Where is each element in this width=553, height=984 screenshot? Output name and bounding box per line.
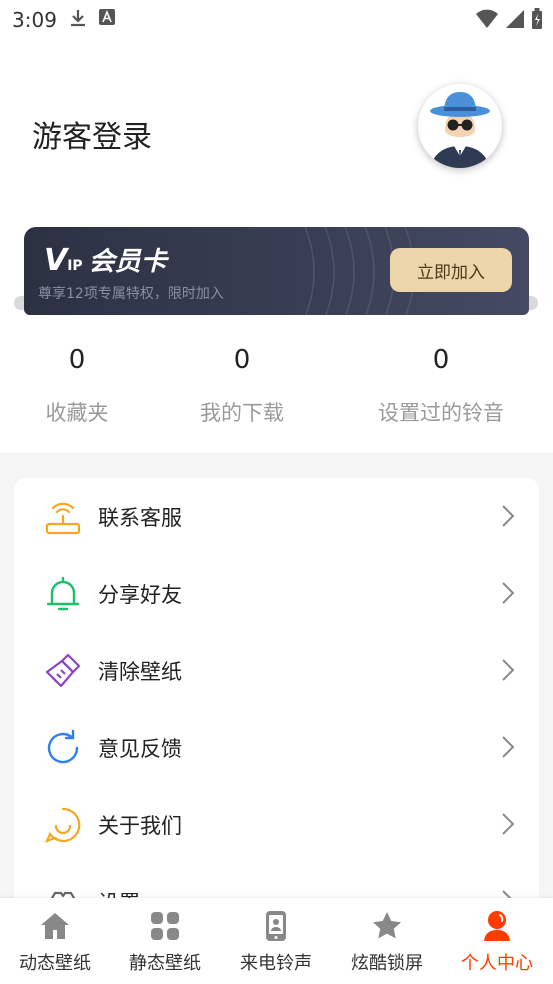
stat-label: 设置过的铃音 — [378, 401, 504, 425]
tab-cool-lockscreen[interactable]: 炫酷锁屏 — [332, 898, 442, 984]
bell-icon — [46, 576, 80, 611]
vip-title: 会员卡 — [88, 247, 167, 277]
tab-ringtones[interactable]: 来电铃声 — [221, 898, 331, 984]
chevron-right-icon — [502, 813, 515, 835]
menu-item-contact-service[interactable]: 联系客服 — [14, 478, 539, 555]
menu-label: 清除壁纸 — [98, 660, 182, 684]
vip-logo-v: V — [44, 243, 68, 278]
app-notification-icon — [99, 9, 115, 25]
tab-dynamic-wallpaper[interactable]: 动态壁纸 — [0, 898, 110, 984]
refresh-icon — [47, 729, 79, 764]
detective-avatar-icon — [430, 92, 490, 168]
tab-static-wallpaper[interactable]: 静态壁纸 — [110, 898, 220, 984]
menu-label: 设置 — [98, 887, 140, 898]
grid-icon — [151, 912, 179, 940]
wifi-icon — [476, 9, 498, 28]
nav-label: 个人中心 — [461, 953, 533, 974]
profile-section: 游客登录 V IP 会员卡 尊享12项专属特权，限时加入 立即加入 0 收藏夹 … — [0, 40, 553, 453]
stat-ringtones-set[interactable]: 0 设置过的铃音 — [370, 345, 512, 427]
nav-label: 静态壁纸 — [129, 953, 201, 974]
vip-card[interactable]: V IP 会员卡 尊享12项专属特权，限时加入 立即加入 — [24, 227, 529, 315]
status-time: 3:09 — [12, 8, 57, 32]
menu-item-clear-wallpaper[interactable]: 清除壁纸 — [14, 632, 539, 709]
avatar[interactable] — [418, 84, 502, 168]
nav-label: 动态壁纸 — [19, 953, 91, 974]
stat-favorites[interactable]: 0 收藏夹 — [28, 345, 126, 427]
star-icon — [373, 912, 401, 939]
stat-count: 0 — [68, 345, 86, 375]
status-bar: 3:09 — [0, 0, 553, 40]
nav-label: 来电铃声 — [240, 953, 312, 974]
nav-label: 炫酷锁屏 — [351, 953, 423, 974]
bottom-nav: 动态壁纸 静态壁纸 来电铃声 炫酷锁屏 个人中心 — [0, 898, 553, 984]
menu-label: 联系客服 — [98, 506, 182, 530]
menu-label: 意见反馈 — [98, 737, 182, 761]
settings-icon — [50, 891, 76, 898]
home-icon — [41, 913, 69, 939]
stat-label: 我的下载 — [200, 401, 284, 425]
menu-label: 关于我们 — [98, 814, 182, 838]
menu-label: 分享好友 — [98, 583, 182, 607]
router-icon — [45, 502, 81, 535]
vip-logo: V IP 会员卡 — [44, 241, 167, 278]
guest-login-link[interactable]: 游客登录 — [32, 112, 152, 156]
download-icon — [71, 10, 85, 27]
chevron-right-icon — [502, 505, 515, 527]
brush-icon — [45, 653, 81, 688]
battery-icon — [532, 8, 542, 29]
chevron-right-icon — [502, 890, 512, 898]
menu-item-feedback[interactable]: 意见反馈 — [14, 709, 539, 786]
signal-icon — [506, 10, 524, 28]
vip-description: 尊享12项专属特权，限时加入 — [38, 286, 224, 302]
stat-count: 0 — [432, 345, 450, 375]
phone-icon — [266, 911, 286, 941]
menu-item-settings[interactable]: 设置 — [14, 863, 539, 898]
vip-logo-ip: IP — [67, 258, 83, 274]
person-icon — [484, 911, 510, 941]
menu-item-share-friends[interactable]: 分享好友 — [14, 555, 539, 632]
chevron-right-icon — [502, 582, 515, 604]
stat-count: 0 — [233, 345, 251, 375]
chevron-right-icon — [502, 659, 515, 681]
vip-join-button[interactable]: 立即加入 — [390, 248, 512, 292]
stat-downloads[interactable]: 0 我的下载 — [187, 345, 297, 427]
stat-label: 收藏夹 — [45, 401, 109, 425]
smile-bubble-icon — [44, 807, 81, 843]
chevron-right-icon — [502, 736, 515, 758]
menu-card: 联系客服 分享好友 清除壁纸 意见反馈 关于我们 — [14, 478, 539, 898]
tab-personal-center[interactable]: 个人中心 — [442, 898, 552, 984]
menu-item-about-us[interactable]: 关于我们 — [14, 786, 539, 863]
